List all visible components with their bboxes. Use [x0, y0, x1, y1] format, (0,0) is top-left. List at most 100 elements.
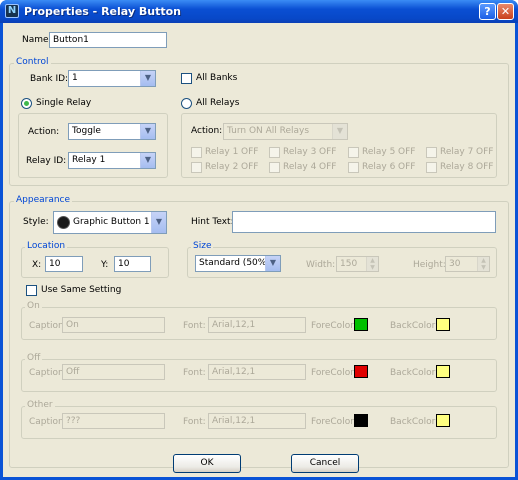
relay-3-checkbox[interactable] — [269, 147, 280, 158]
off-forecolor-label: ForeColor: — [311, 368, 357, 378]
size-group-label: Size — [191, 241, 214, 252]
chevron-down-icon[interactable]: ▼ — [140, 124, 155, 139]
other-backcolor-label: BackColor: — [390, 417, 439, 427]
off-font-label: Font: — [183, 368, 206, 378]
on-font-input[interactable]: Arial,12,1 — [208, 317, 306, 333]
on-forecolor-label: ForeColor: — [311, 321, 357, 331]
relay-4-label: Relay 4 — [283, 162, 317, 172]
name-input[interactable]: Button1 — [49, 32, 167, 48]
on-backcolor-label: BackColor: — [390, 321, 439, 331]
all-action-value: Turn ON All Relays — [227, 126, 310, 136]
help-button[interactable]: ? — [479, 3, 496, 20]
other-forecolor-swatch[interactable] — [354, 414, 368, 427]
other-forecolor-label: ForeColor: — [311, 417, 357, 427]
relay-2-state: OFF — [241, 162, 259, 172]
app-icon: N — [5, 4, 19, 18]
relay-3-label: Relay 3 — [283, 147, 317, 157]
ok-button[interactable]: OK — [173, 454, 241, 473]
location-group-label: Location — [25, 241, 68, 252]
other-font-input[interactable]: Arial,12,1 — [208, 413, 306, 429]
power-button-icon — [57, 216, 70, 229]
relay-8-checkbox[interactable] — [426, 162, 437, 173]
off-font-input[interactable]: Arial,12,1 — [208, 364, 306, 380]
chevron-down-icon[interactable]: ▼ — [265, 256, 280, 271]
spin-arrows-icon[interactable]: ▲ ▼ — [366, 257, 378, 271]
other-state-label: Other — [25, 400, 55, 411]
on-state-label: On — [25, 301, 42, 312]
bank-id-label: Bank ID: — [30, 74, 69, 84]
single-relay-label: Single Relay — [36, 98, 92, 108]
dialog-client-area: Name: Button1 Control Bank ID: 1 ▼ All B… — [3, 23, 515, 477]
title-bar[interactable]: N Properties - Relay Button ? ✕ — [0, 0, 518, 23]
all-banks-label: All Banks — [196, 73, 238, 83]
appearance-group-label: Appearance — [14, 195, 73, 206]
window-title: Properties - Relay Button — [24, 5, 181, 18]
single-relay-radio[interactable] — [21, 98, 32, 109]
bank-id-value: 1 — [72, 73, 78, 83]
use-same-setting-checkbox[interactable] — [26, 285, 37, 296]
relay-id-value: Relay 1 — [72, 155, 106, 165]
x-input[interactable]: 10 — [45, 256, 83, 272]
all-relays-label: All Relays — [196, 98, 240, 108]
chevron-down-icon[interactable]: ▼ — [151, 212, 166, 233]
off-backcolor-label: BackColor: — [390, 368, 439, 378]
style-select[interactable]: Graphic Button 1 ▼ — [53, 211, 167, 234]
relay-7-checkbox[interactable] — [426, 147, 437, 158]
width-label: Width: — [306, 260, 336, 270]
relay-id-select[interactable]: Relay 1 ▼ — [68, 152, 156, 169]
control-group-label: Control — [14, 57, 51, 68]
chevron-down-icon[interactable]: ▼ — [332, 124, 347, 139]
y-input[interactable]: 10 — [114, 256, 151, 272]
relay-1-checkbox[interactable] — [191, 147, 202, 158]
height-value: 30 — [449, 259, 461, 269]
cancel-button[interactable]: Cancel — [291, 454, 359, 473]
on-font-label: Font: — [183, 321, 206, 331]
spin-arrows-icon[interactable]: ▲ ▼ — [477, 257, 489, 271]
off-state-label: Off — [25, 353, 43, 364]
off-backcolor-swatch[interactable] — [436, 365, 450, 378]
relay-5-checkbox[interactable] — [348, 147, 359, 158]
chevron-down-icon[interactable]: ▼ — [140, 71, 155, 86]
all-relays-radio[interactable] — [181, 98, 192, 109]
action-label: Action: — [28, 127, 60, 137]
relay-5-label: Relay 5 — [362, 147, 396, 157]
relay-5-state: OFF — [398, 147, 416, 157]
off-caption-input[interactable]: Off — [62, 364, 165, 380]
on-backcolor-swatch[interactable] — [436, 318, 450, 331]
relay-8-state: OFF — [476, 162, 494, 172]
other-caption-input[interactable]: ??? — [62, 413, 165, 429]
action-select[interactable]: Toggle ▼ — [68, 123, 156, 140]
hint-text-label: Hint Text: — [191, 217, 234, 227]
name-label: Name: — [22, 35, 52, 45]
on-forecolor-swatch[interactable] — [354, 318, 368, 331]
y-label: Y: — [101, 260, 109, 270]
relay-1-state: OFF — [241, 147, 259, 157]
chevron-down-icon[interactable]: ▼ — [140, 153, 155, 168]
hint-text-input[interactable] — [232, 211, 496, 233]
height-spinner[interactable]: 30 ▲ ▼ — [445, 256, 490, 272]
relay-id-label: Relay ID: — [26, 156, 67, 166]
style-label: Style: — [23, 217, 49, 227]
height-label: Height: — [413, 260, 446, 270]
relay-4-state: OFF — [319, 162, 337, 172]
x-label: X: — [32, 260, 42, 270]
all-banks-checkbox[interactable] — [181, 73, 192, 84]
close-button[interactable]: ✕ — [497, 3, 514, 20]
properties-dialog: N Properties - Relay Button ? ✕ Name: Bu… — [0, 0, 518, 480]
relay-6-state: OFF — [398, 162, 416, 172]
off-forecolor-swatch[interactable] — [354, 365, 368, 378]
size-value: Standard (50%) — [199, 258, 270, 268]
all-action-select[interactable]: Turn ON All Relays ▼ — [223, 123, 348, 140]
relay-1-label: Relay 1 — [205, 147, 239, 157]
style-value: Graphic Button 1 — [73, 217, 150, 227]
bank-id-select[interactable]: 1 ▼ — [68, 70, 156, 87]
size-select[interactable]: Standard (50%) ▼ — [195, 255, 281, 272]
relay-6-label: Relay 6 — [362, 162, 396, 172]
width-spinner[interactable]: 150 ▲ ▼ — [336, 256, 379, 272]
other-backcolor-swatch[interactable] — [436, 414, 450, 427]
on-caption-input[interactable]: On — [62, 317, 165, 333]
use-same-setting-label: Use Same Setting — [41, 285, 122, 295]
relay-4-checkbox[interactable] — [269, 162, 280, 173]
relay-6-checkbox[interactable] — [348, 162, 359, 173]
relay-2-checkbox[interactable] — [191, 162, 202, 173]
